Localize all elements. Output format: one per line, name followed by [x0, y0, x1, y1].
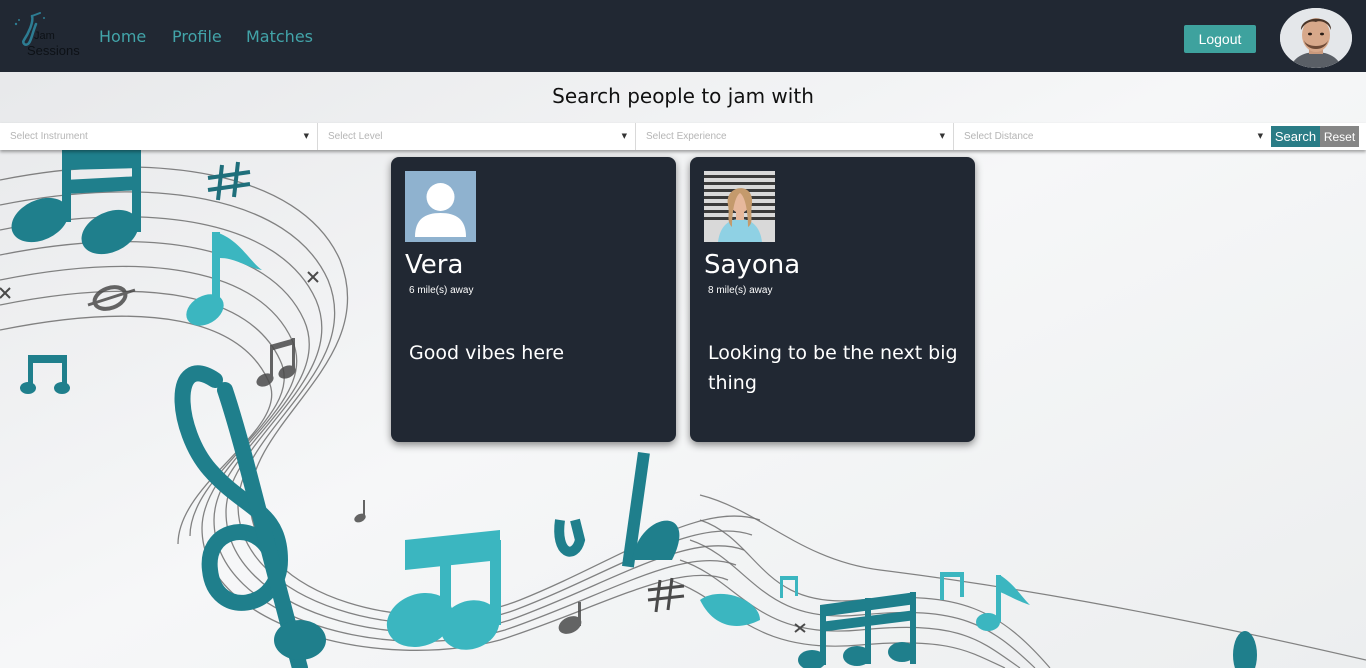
- match-name: Vera: [405, 250, 464, 280]
- match-distance: 6 mile(s) away: [409, 285, 474, 296]
- distance-select[interactable]: Select Distance ▼: [954, 123, 1271, 150]
- match-bio: Looking to be the next big thing: [708, 342, 958, 394]
- logo-text-jam: Jam: [34, 30, 55, 42]
- match-card[interactable]: Vera 6 mile(s) away Good vibes here: [391, 157, 676, 442]
- distance-select-placeholder: Select Distance: [964, 131, 1034, 142]
- nav-link-matches[interactable]: Matches: [246, 26, 313, 48]
- logout-button[interactable]: Logout: [1184, 25, 1256, 53]
- search-button[interactable]: Search: [1271, 126, 1320, 147]
- profile-photo: [405, 171, 476, 242]
- reset-button[interactable]: Reset: [1320, 126, 1359, 147]
- instrument-select-placeholder: Select Instrument: [10, 131, 88, 142]
- user-avatar-photo: [1280, 8, 1352, 68]
- nav-link-home[interactable]: Home: [99, 26, 146, 48]
- profile-photo: [704, 171, 775, 242]
- jam-sessions-logo[interactable]: Jam Sessions: [10, 12, 82, 62]
- top-navbar: Jam Sessions Home Profile Matches Logout: [0, 0, 1366, 72]
- experience-select-placeholder: Select Experience: [646, 131, 727, 142]
- level-select-placeholder: Select Level: [328, 131, 383, 142]
- match-distance: 8 mile(s) away: [708, 285, 773, 296]
- chevron-down-icon: ▼: [1257, 132, 1263, 140]
- profile-photo-image: [704, 171, 775, 242]
- chevron-down-icon: ▼: [939, 132, 945, 140]
- search-page-title: Search people to jam with: [552, 84, 814, 108]
- chevron-down-icon: ▼: [621, 132, 627, 140]
- level-select[interactable]: Select Level ▼: [318, 123, 636, 150]
- experience-select[interactable]: Select Experience ▼: [636, 123, 954, 150]
- chevron-down-icon: ▼: [303, 132, 309, 140]
- instrument-select[interactable]: Select Instrument ▼: [0, 123, 318, 150]
- default-avatar-icon: [405, 171, 476, 242]
- nav-link-profile[interactable]: Profile: [172, 26, 222, 48]
- search-filter-bar: Select Instrument ▼ Select Level ▼ Selec…: [0, 123, 1366, 150]
- match-name: Sayona: [704, 250, 801, 280]
- logo-text-sessions: Sessions: [27, 43, 80, 58]
- match-bio: Good vibes here: [409, 342, 565, 364]
- user-avatar[interactable]: [1280, 8, 1352, 68]
- match-card[interactable]: Sayona 8 mile(s) away Looking to be the …: [690, 157, 975, 442]
